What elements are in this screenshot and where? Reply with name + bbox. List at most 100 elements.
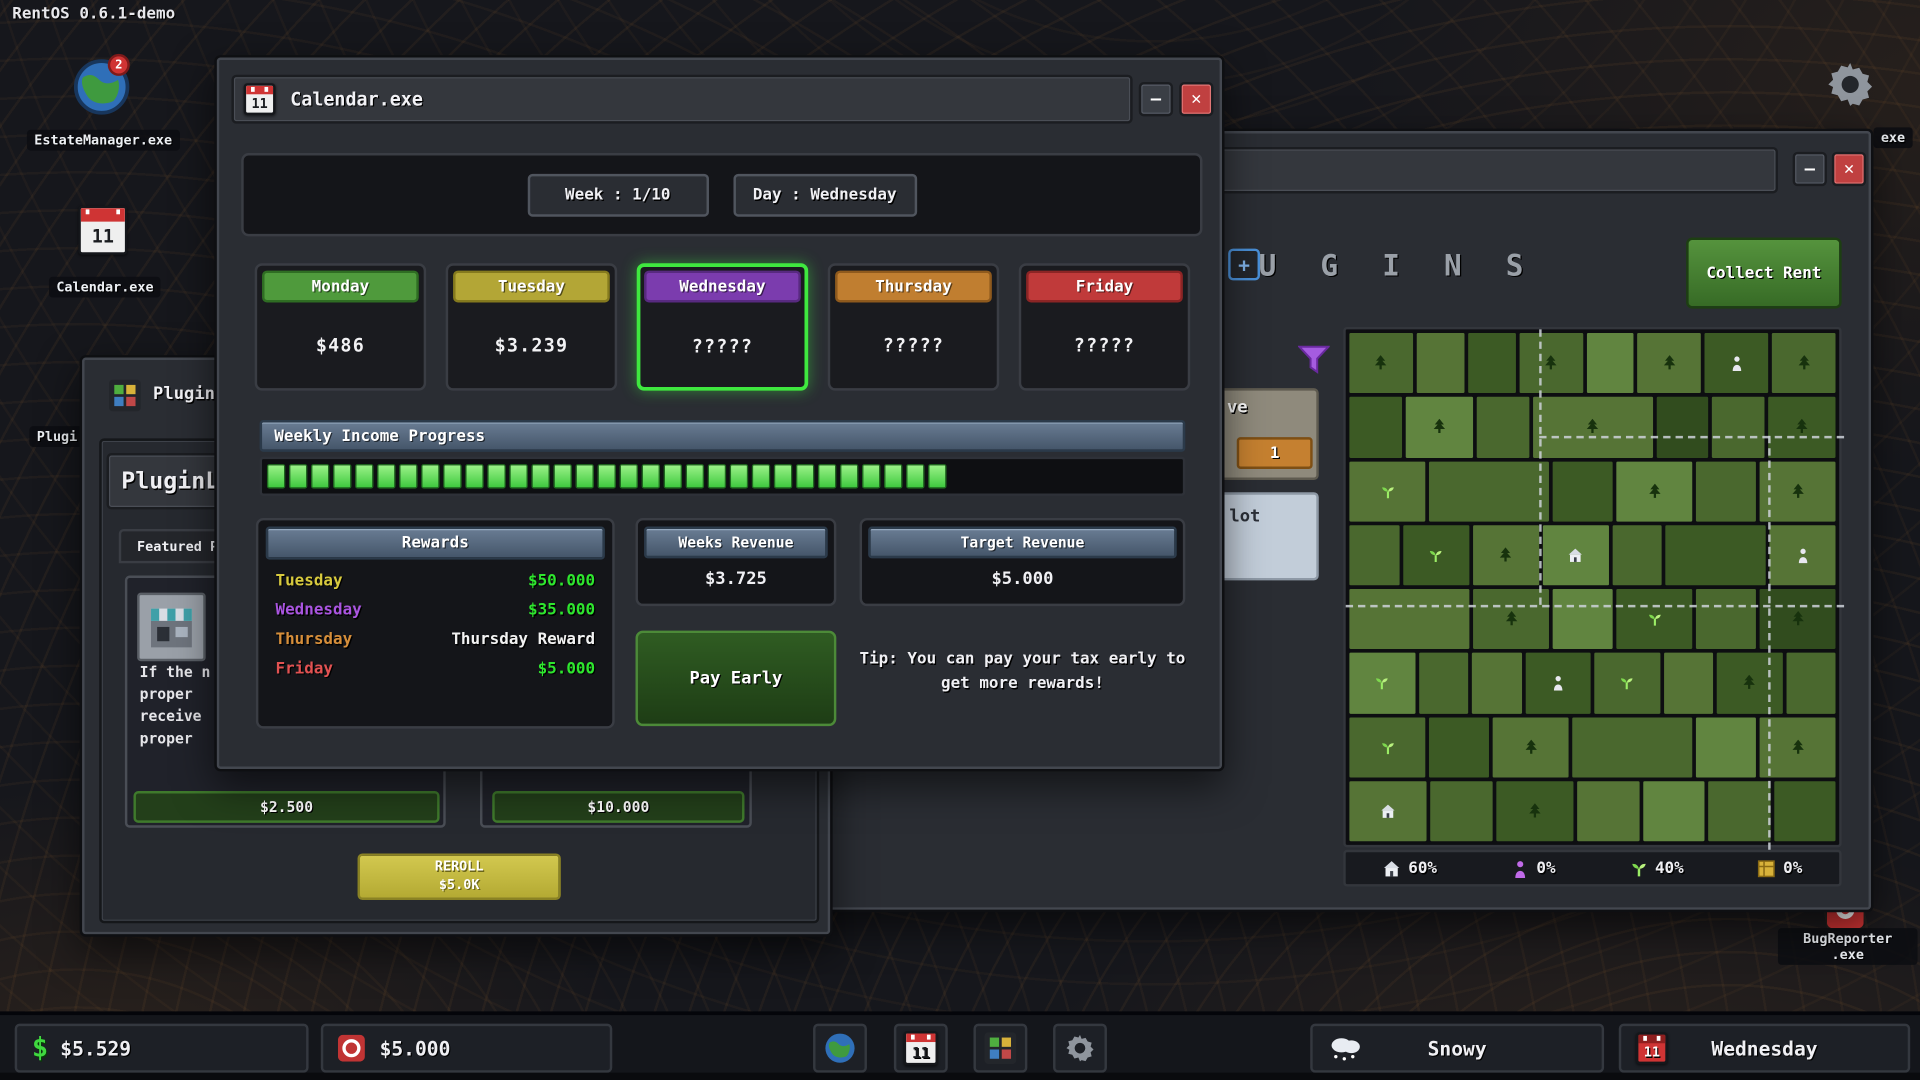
weather-chip[interactable]: Snowy	[1310, 1024, 1604, 1073]
pine-tile[interactable]	[1405, 397, 1473, 457]
taskbar-plugins-button[interactable]	[973, 1024, 1027, 1073]
map-tile[interactable]	[1786, 653, 1836, 713]
pine-tile[interactable]	[1532, 397, 1652, 457]
day-card-monday[interactable]: Monday$486	[255, 263, 426, 390]
desktop-icon-estatemanager[interactable]: 2	[73, 59, 129, 120]
map-tile[interactable]	[1472, 653, 1522, 713]
house-tile[interactable]	[1542, 525, 1608, 585]
sprout-tile[interactable]	[1616, 589, 1692, 649]
pine-tile[interactable]	[1768, 397, 1836, 457]
map-tile[interactable]	[1696, 461, 1756, 521]
map-tile[interactable]	[1431, 781, 1493, 841]
person-tile[interactable]	[1705, 333, 1769, 393]
desktop-icon-calendar[interactable]: 11	[78, 206, 127, 255]
progress-segment	[708, 464, 726, 488]
sprout-tile[interactable]	[1349, 717, 1425, 777]
pine-tile[interactable]	[1638, 333, 1702, 393]
calendar-titlebar[interactable]: 11 Calendar.exe	[231, 75, 1132, 124]
rewards-panel: Rewards Tuesday$50.000Wednesday$35.000Th…	[256, 518, 615, 729]
map-tile[interactable]	[1419, 653, 1469, 713]
map-tile[interactable]	[1429, 461, 1549, 521]
pine-tile[interactable]	[1760, 717, 1836, 777]
calendar-close-button[interactable]: ✕	[1179, 82, 1213, 116]
settings-gear-icon[interactable]	[1824, 59, 1875, 110]
pine-icon	[1527, 803, 1543, 819]
sprout-tile[interactable]	[1349, 461, 1425, 521]
pine-tile[interactable]	[1760, 589, 1836, 649]
day-card-friday[interactable]: Friday?????	[1019, 263, 1190, 390]
taskbar-settings-button[interactable]	[1053, 1024, 1107, 1073]
map-tile[interactable]	[1708, 781, 1770, 841]
money-chip[interactable]: $ $5.529	[15, 1024, 309, 1073]
house-tile[interactable]	[1349, 781, 1427, 841]
desktop-icon-plugin-label[interactable]: Plugi	[29, 426, 84, 447]
map-tile[interactable]	[1349, 525, 1399, 585]
progress-segment	[311, 464, 329, 488]
map-tile[interactable]	[1553, 461, 1613, 521]
desktop-icon-exe-label[interactable]: exe	[1873, 127, 1912, 148]
day-card-thursday[interactable]: Thursday?????	[828, 263, 999, 390]
pine-tile[interactable]	[1616, 461, 1692, 521]
pine-tile[interactable]	[1772, 333, 1836, 393]
pine-tile[interactable]	[1717, 653, 1783, 713]
plugin-icon	[984, 1032, 1016, 1064]
map-tile[interactable]	[1349, 589, 1469, 649]
person-tile[interactable]	[1525, 653, 1591, 713]
estate-map[interactable]	[1343, 327, 1841, 847]
sprout-tile[interactable]	[1594, 653, 1660, 713]
map-tile[interactable]	[1643, 781, 1705, 841]
map-tile[interactable]	[1429, 717, 1489, 777]
map-tile[interactable]	[1696, 589, 1756, 649]
pine-tile[interactable]	[1519, 333, 1583, 393]
snow-cloud-icon	[1327, 1033, 1364, 1062]
sprout-tile[interactable]	[1403, 525, 1469, 585]
estate-minimize-button[interactable]: –	[1793, 152, 1827, 186]
sprout-tile[interactable]	[1349, 653, 1415, 713]
money-value: $5.529	[60, 1037, 131, 1060]
map-stat-value: 40%	[1655, 859, 1684, 877]
pine-tile[interactable]	[1496, 781, 1574, 841]
map-tile[interactable]	[1468, 333, 1516, 393]
pine-tile[interactable]	[1473, 525, 1539, 585]
map-tile[interactable]	[1666, 525, 1766, 585]
map-tile[interactable]	[1663, 653, 1713, 713]
desktop-icon-estatemanager-label[interactable]: EstateManager.exe	[27, 130, 180, 151]
pine-tile[interactable]	[1760, 461, 1836, 521]
desktop-icon-bugreporter-label[interactable]: BugReporter .exe	[1778, 928, 1918, 965]
map-tile[interactable]	[1586, 333, 1634, 393]
calendar-minimize-button[interactable]: –	[1139, 82, 1173, 116]
desktop-icon-calendar-label[interactable]: Calendar.exe	[49, 277, 161, 298]
pine-tile[interactable]	[1349, 333, 1413, 393]
map-tile[interactable]	[1477, 397, 1529, 457]
estate-close-button[interactable]: ✕	[1832, 152, 1866, 186]
map-tile[interactable]	[1656, 397, 1708, 457]
collect-rent-button[interactable]: Collect Rent	[1686, 238, 1842, 309]
map-tile[interactable]	[1349, 397, 1401, 457]
pine-tile[interactable]	[1473, 589, 1549, 649]
pay-early-button[interactable]: Pay Early	[636, 631, 837, 727]
map-tile[interactable]	[1417, 333, 1465, 393]
day-card-tuesday[interactable]: Tuesday$3.239	[446, 263, 617, 390]
day-card-wednesday[interactable]: Wednesday?????	[637, 263, 808, 390]
taskbar-estatemanager-button[interactable]	[813, 1024, 867, 1073]
tax-chip[interactable]: $5.000	[321, 1024, 612, 1073]
person-tile[interactable]	[1770, 525, 1836, 585]
map-tile[interactable]	[1577, 781, 1639, 841]
taskbar-calendar-button[interactable]: 11	[894, 1024, 948, 1073]
progress-segment	[509, 464, 527, 488]
reroll-button[interactable]: REROLL $5.0K	[358, 853, 561, 900]
buy-plugin-button[interactable]: $2.500	[133, 791, 439, 823]
filter-funnel-icon[interactable]	[1298, 345, 1330, 374]
map-tile[interactable]	[1712, 397, 1764, 457]
map-tile[interactable]	[1696, 717, 1756, 777]
sprout-icon	[1379, 739, 1395, 755]
map-tile[interactable]	[1774, 781, 1836, 841]
buy-plugin-button[interactable]: $10.000	[492, 791, 744, 823]
pine-tile[interactable]	[1493, 717, 1569, 777]
day-chip[interactable]: 11 Wednesday	[1619, 1024, 1910, 1073]
map-tile[interactable]	[1612, 525, 1662, 585]
add-plugin-button[interactable]: +	[1228, 249, 1260, 281]
progress-segment	[620, 464, 638, 488]
map-tile[interactable]	[1572, 717, 1692, 777]
map-tile[interactable]	[1553, 589, 1613, 649]
